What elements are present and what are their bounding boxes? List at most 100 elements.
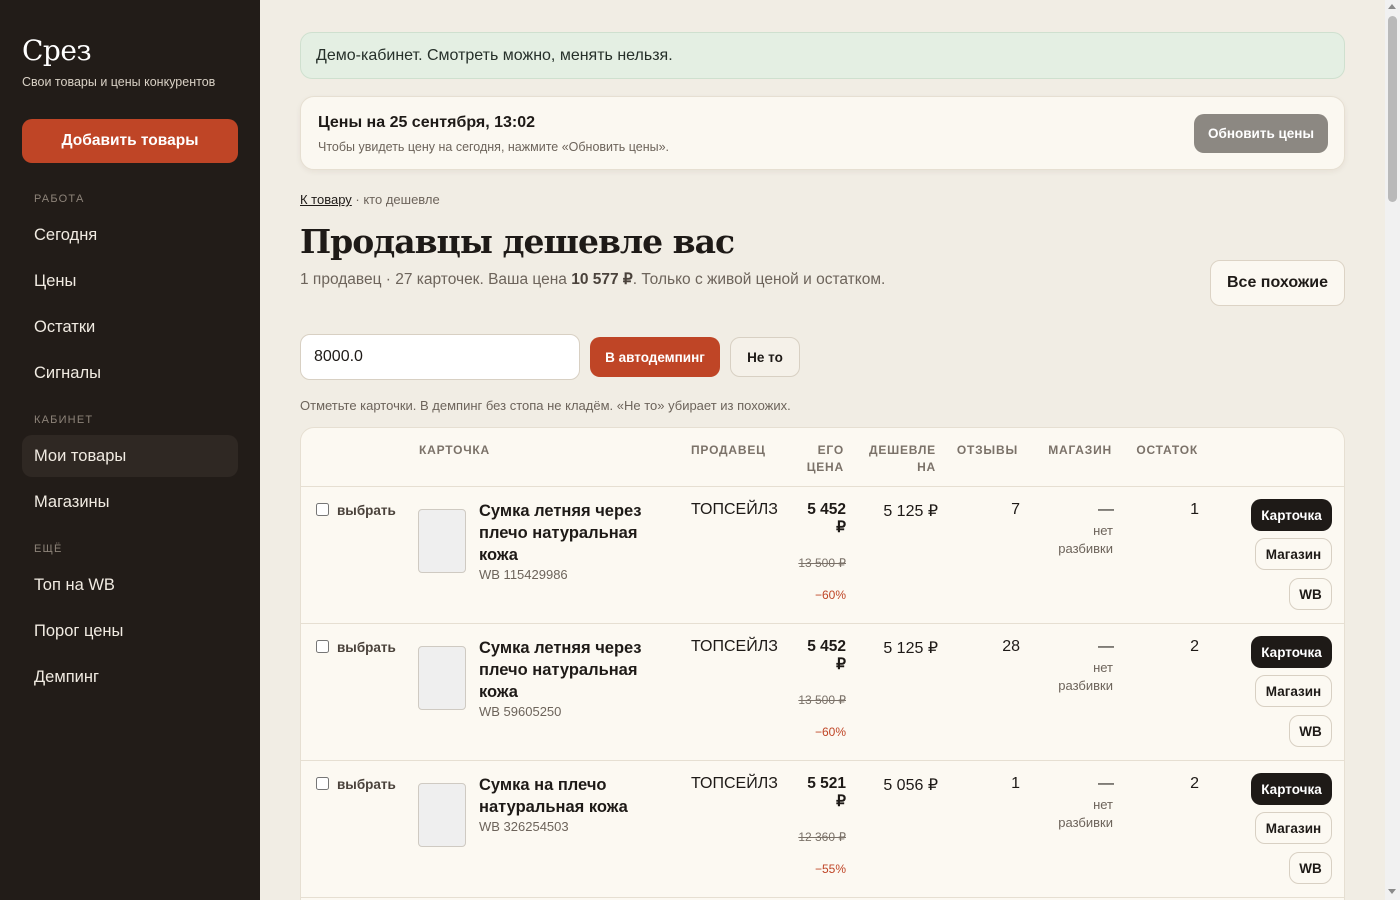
discount-percent: −55% (814, 862, 846, 876)
discount-percent: −60% (814, 588, 846, 602)
card-button[interactable]: Карточка (1251, 499, 1332, 531)
seller-name: ТОПСЕЙЛЗ (691, 501, 778, 518)
table-row: выбрать Сумка летняя через плечо натурал… (301, 487, 1344, 624)
page-scrollbar[interactable] (1385, 0, 1400, 900)
column-header-card: КАРТОЧКА (419, 443, 491, 457)
selection-hint: Отметьте карточки. В демпинг без стопа н… (300, 398, 791, 413)
store-value: — (1098, 501, 1114, 518)
product-image[interactable] (418, 646, 466, 710)
old-price: 12 360 ₽ (798, 830, 846, 844)
brand-logo[interactable]: Срез (22, 34, 92, 67)
old-price: 13 500 ₽ (798, 693, 846, 707)
sidebar-item-my-goods[interactable]: Мои товары (22, 435, 238, 477)
store-value: — (1098, 775, 1114, 792)
discount-percent: −60% (814, 725, 846, 739)
cheaper-by: 5 125 ₽ (883, 640, 938, 657)
sidebar-item-top-wb[interactable]: Топ на WB (22, 564, 238, 606)
page-subtitle-price: 10 577 ₽ (571, 271, 633, 288)
product-name[interactable]: Сумка летняя через плечо натуральная кож… (479, 500, 659, 566)
wb-button[interactable]: WB (1289, 715, 1332, 747)
all-similar-button[interactable]: Все похожие (1210, 260, 1345, 306)
nav-section-more: Ещё (34, 543, 63, 555)
sellers-table: КАРТОЧКА ПРОДАВЕЦ ЕГО ЦЕНА ДЕШЕВЛЕ НА ОТ… (300, 427, 1345, 900)
prices-date-title: Цены на 25 сентября, 13:02 (318, 114, 536, 131)
reviews-count: 1 (1011, 775, 1020, 792)
page-subtitle-before: 1 продавец · 27 карточек. Ваша цена (300, 271, 572, 288)
add-to-autodumping-button[interactable]: В автодемпинг (590, 337, 720, 377)
scroll-up-arrow-icon[interactable] (1388, 4, 1396, 9)
product-name[interactable]: Сумка летняя через плечо натуральная кож… (479, 637, 659, 703)
sidebar-item-dumping[interactable]: Демпинг (22, 656, 238, 698)
sidebar: Срез Свои товары и цены конкурентов Доба… (0, 0, 260, 900)
page-subtitle-after: . Только с живой ценой и остатком. (632, 271, 886, 288)
column-header-cheaper: ДЕШЕВЛЕ НА (868, 443, 936, 474)
brand-tagline: Свои товары и цены конкурентов (22, 75, 216, 89)
his-price: 5 452 ₽ (807, 638, 846, 673)
sidebar-item-shops[interactable]: Магазины (22, 481, 238, 523)
table-row: выбрать Сумка на плечо натуральная кожа … (301, 761, 1344, 898)
seller-name: ТОПСЕЙЛЗ (691, 775, 778, 792)
wb-button[interactable]: WB (1289, 578, 1332, 610)
prices-date-subtitle: Чтобы увидеть цену на сегодня, нажмите «… (318, 140, 670, 154)
demo-banner: Демо-кабинет. Смотреть можно, менять нел… (300, 32, 1345, 79)
reviews-count: 28 (1002, 638, 1020, 655)
column-header-his-price: ЕГО ЦЕНА (806, 443, 844, 474)
stock-count: 2 (1190, 638, 1199, 655)
prices-date-card: Цены на 25 сентября, 13:02 Чтобы увидеть… (300, 96, 1345, 170)
old-price: 13 500 ₽ (798, 556, 846, 570)
product-wb-id: WB 59605250 (479, 704, 562, 719)
refresh-prices-button[interactable]: Обновить цены (1194, 114, 1328, 153)
breadcrumb-current: · кто дешевле (351, 192, 440, 207)
scroll-down-arrow-icon[interactable] (1388, 889, 1396, 894)
store-button[interactable]: Магазин (1255, 538, 1332, 570)
sidebar-item-today[interactable]: Сегодня (22, 214, 238, 256)
store-note: нет разбивки (1058, 797, 1113, 830)
nav-section-cabinet: Кабинет (34, 414, 94, 426)
table-row: выбрать Сумка летняя через плечо натурал… (301, 624, 1344, 761)
product-image[interactable] (418, 783, 466, 847)
column-header-stock: ОСТАТОК (1136, 443, 1198, 457)
not-that-button[interactable]: Не то (730, 337, 800, 377)
page-title: Продавцы дешевле вас (300, 222, 735, 261)
stock-count: 1 (1190, 501, 1199, 518)
sidebar-item-stock[interactable]: Остатки (22, 306, 238, 348)
store-button[interactable]: Магазин (1255, 812, 1332, 844)
card-button[interactable]: Карточка (1251, 773, 1332, 805)
store-note: нет разбивки (1058, 523, 1113, 556)
cheaper-by: 5 056 ₽ (883, 777, 938, 794)
reviews-count: 7 (1011, 501, 1020, 518)
row-select-label[interactable]: выбрать (337, 503, 396, 518)
page-subtitle: 1 продавец · 27 карточек. Ваша цена 10 5… (300, 270, 885, 289)
his-price: 5 521 ₽ (807, 775, 846, 810)
cheaper-by: 5 125 ₽ (883, 503, 938, 520)
dumping-price-input[interactable] (300, 334, 580, 380)
his-price: 5 452 ₽ (807, 501, 846, 536)
column-header-seller: ПРОДАВЕЦ (691, 443, 766, 457)
product-wb-id: WB 326254503 (479, 819, 569, 834)
store-value: — (1098, 638, 1114, 655)
row-select-checkbox[interactable] (316, 777, 329, 790)
card-button[interactable]: Карточка (1251, 636, 1332, 668)
row-select-checkbox[interactable] (316, 640, 329, 653)
sidebar-item-prices[interactable]: Цены (22, 260, 238, 302)
seller-name: ТОПСЕЙЛЗ (691, 638, 778, 655)
sidebar-item-signals[interactable]: Сигналы (22, 352, 238, 394)
row-select-checkbox[interactable] (316, 503, 329, 516)
row-select-label[interactable]: выбрать (337, 640, 396, 655)
column-header-reviews: ОТЗЫВЫ (956, 443, 1018, 457)
product-wb-id: WB 115429986 (479, 567, 568, 582)
scrollbar-thumb[interactable] (1388, 16, 1397, 202)
wb-button[interactable]: WB (1289, 852, 1332, 884)
breadcrumb: К товару · кто дешевле (300, 192, 440, 207)
sidebar-item-threshold[interactable]: Порог цены (22, 610, 238, 652)
store-button[interactable]: Магазин (1255, 675, 1332, 707)
column-header-store: МАГАЗИН (1048, 443, 1112, 457)
nav-section-work: Работа (34, 193, 85, 205)
add-products-button[interactable]: Добавить товары (22, 119, 238, 163)
store-note: нет разбивки (1058, 660, 1113, 693)
breadcrumb-back-link[interactable]: К товару (300, 192, 352, 207)
stock-count: 2 (1190, 775, 1199, 792)
product-image[interactable] (418, 509, 466, 573)
product-name[interactable]: Сумка на плечо натуральная кожа (479, 774, 659, 818)
row-select-label[interactable]: выбрать (337, 777, 396, 792)
